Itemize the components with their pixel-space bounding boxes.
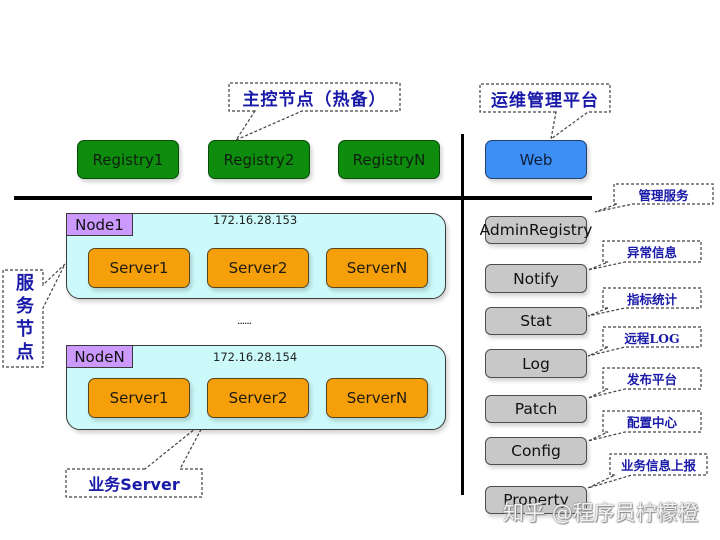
callout-business-server: 业务Server <box>88 475 180 494</box>
server-box: Server1 <box>88 248 190 288</box>
server-box: ServerN <box>326 378 428 418</box>
callout-ops-platform: 运维管理平台 <box>491 90 599 111</box>
web-box: Web <box>485 140 587 179</box>
callout-stat: 指标统计 <box>626 291 677 307</box>
callout-notify: 异常信息 <box>626 245 677 260</box>
callout-patch: 发布平台 <box>626 372 677 387</box>
node-label-1: Node1 <box>66 213 133 236</box>
server-box: Server2 <box>207 248 309 288</box>
service-box-config: Config <box>485 437 587 465</box>
service-box-patch: Patch <box>485 395 587 423</box>
server-box: ServerN <box>326 248 428 288</box>
node-label-n: NodeN <box>66 345 133 368</box>
watermark: 知乎 @程序员柠檬橙 <box>503 501 699 525</box>
service-box-log: Log <box>485 349 587 378</box>
callout-admin-service: 管理服务 <box>638 187 689 203</box>
registry-box-1: Registry1 <box>77 140 179 179</box>
node-ip-n: 172.16.28.154 <box>213 350 298 364</box>
vertical-divider <box>461 134 464 495</box>
server-box: Server2 <box>207 378 309 418</box>
registry-box-n: RegistryN <box>338 140 440 179</box>
ellipsis: ...... <box>237 313 252 327</box>
horizontal-divider <box>14 196 592 200</box>
node-ip-1: 172.16.28.153 <box>213 213 298 227</box>
service-box-admin-registry: AdminRegistry <box>480 216 592 244</box>
callout-config: 配置中心 <box>626 415 677 430</box>
server-box: Server1 <box>88 378 190 418</box>
callout-service-nodes: 服务节点 <box>13 272 34 365</box>
callout-master-nodes: 主控节点（热备） <box>242 89 387 110</box>
service-box-notify: Notify <box>485 264 587 293</box>
callout-property: 业务信息上报 <box>620 458 696 473</box>
service-box-stat: Stat <box>485 307 587 335</box>
registry-box-2: Registry2 <box>208 140 310 179</box>
callout-log: 远程LOG <box>624 330 680 346</box>
